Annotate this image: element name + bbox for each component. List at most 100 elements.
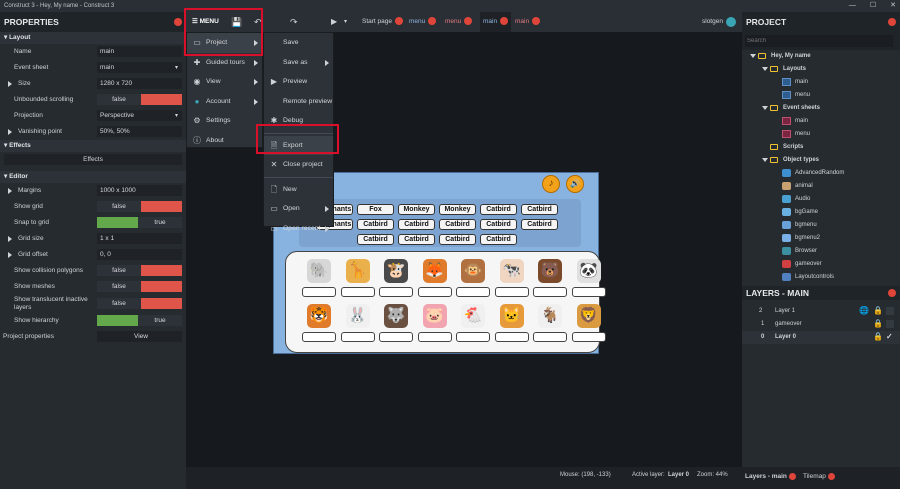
globe-icon[interactable]: 🌐 xyxy=(859,306,869,315)
answer-slot[interactable] xyxy=(379,332,413,342)
animal-icon[interactable]: 🦒 xyxy=(345,259,370,283)
word-tile[interactable]: Monkey xyxy=(439,204,476,215)
close-tab-icon[interactable] xyxy=(788,473,796,480)
tree-event-item[interactable]: menu xyxy=(742,128,900,141)
expand-icon[interactable] xyxy=(762,158,768,162)
layout-section-header[interactable]: ▾ Layout xyxy=(0,32,186,44)
expand-icon[interactable] xyxy=(8,188,12,194)
word-tile[interactable]: Catbird xyxy=(398,234,435,245)
answer-slot[interactable] xyxy=(302,332,336,342)
animal-icon[interactable]: 🦊 xyxy=(422,259,447,283)
layer-row[interactable]: 2 Layer 1 🌐 🔒 xyxy=(742,305,900,318)
maximize-button[interactable]: ☐ xyxy=(870,0,876,12)
menu-item-open-recent[interactable]: ▭ Open recent xyxy=(264,219,333,239)
tab-main-layout[interactable]: main xyxy=(480,12,512,32)
tree-layout-item[interactable]: main xyxy=(742,76,900,89)
tree-object-item[interactable]: bgmenu xyxy=(742,219,900,232)
panel-close-icon[interactable] xyxy=(174,18,182,26)
close-tab-icon[interactable] xyxy=(428,17,437,26)
animal-icon[interactable]: 🐔 xyxy=(461,304,485,328)
animal-icon[interactable]: 🐰 xyxy=(345,304,370,328)
minimize-button[interactable]: — xyxy=(849,0,856,12)
expand-icon[interactable] xyxy=(750,54,756,58)
animal-icon[interactable]: 🐐 xyxy=(538,304,562,328)
answer-slot[interactable] xyxy=(494,287,529,297)
visibility-checkbox[interactable] xyxy=(886,320,894,328)
menu-item-remote-preview[interactable]: Remote preview xyxy=(264,92,333,112)
tab-tilemap[interactable]: Tilemap xyxy=(803,473,835,480)
margins-field[interactable]: 1000 x 1000 xyxy=(97,185,182,196)
word-tile[interactable]: Catbird xyxy=(398,219,435,230)
answer-slot[interactable] xyxy=(456,287,490,297)
word-tile[interactable]: Catbird xyxy=(439,234,476,245)
expand-icon[interactable] xyxy=(762,106,768,110)
tree-object-item[interactable]: AdvancedRandom xyxy=(742,167,900,180)
answer-slot[interactable] xyxy=(571,332,606,342)
animal-icon[interactable]: 🐼 xyxy=(576,259,601,283)
close-tab-icon[interactable] xyxy=(532,17,541,26)
hierarchy-toggle[interactable]: true xyxy=(97,315,182,326)
project-properties-button[interactable]: View xyxy=(97,331,182,342)
close-tab-icon[interactable] xyxy=(827,473,835,480)
layer-row-active[interactable]: 0 Layer 0 🔒 ✓ xyxy=(742,331,900,344)
tree-object-item[interactable]: Browser xyxy=(742,245,900,258)
word-tile[interactable]: Catbird xyxy=(480,204,517,215)
animal-icon[interactable]: 🐱 xyxy=(499,304,524,328)
tree-folder-eventsheets[interactable]: Event sheets xyxy=(742,102,900,115)
answer-slot[interactable] xyxy=(571,287,606,297)
animal-icon[interactable]: 🐻 xyxy=(538,259,562,283)
tree-event-item[interactable]: main xyxy=(742,115,900,128)
answer-slot[interactable] xyxy=(302,287,336,297)
tree-object-item[interactable]: gameover xyxy=(742,258,900,271)
play-icon[interactable]: ▶ xyxy=(331,12,337,32)
close-window-button[interactable]: ✕ xyxy=(890,0,896,12)
answer-slot[interactable] xyxy=(340,332,375,342)
animal-icon[interactable]: 🐺 xyxy=(384,304,408,328)
answer-slot[interactable] xyxy=(340,287,375,297)
expand-icon[interactable] xyxy=(8,81,12,87)
snap-toggle[interactable]: true xyxy=(97,217,182,228)
word-tile[interactable]: Catbird xyxy=(521,219,558,230)
tree-layout-item[interactable]: menu xyxy=(742,89,900,102)
animal-icon[interactable]: 🐮 xyxy=(384,259,408,283)
expand-icon[interactable] xyxy=(8,252,12,258)
tree-folder-layouts[interactable]: Layouts xyxy=(742,63,900,76)
word-tile[interactable]: Catbird xyxy=(357,234,394,245)
check-icon[interactable]: ✓ xyxy=(886,332,893,341)
menu-item-preview[interactable]: ▶ Preview xyxy=(264,72,333,92)
visibility-checkbox[interactable] xyxy=(886,307,894,315)
word-tile[interactable]: Fox xyxy=(357,204,394,215)
menu-item-close-project[interactable]: ✕ Close project xyxy=(264,155,333,175)
lock-icon[interactable]: 🔒 xyxy=(873,319,883,328)
word-tile[interactable]: Catbird xyxy=(480,234,517,245)
answer-slot[interactable] xyxy=(379,287,413,297)
menu-item-view[interactable]: ◉ View xyxy=(187,72,262,92)
animal-icon[interactable]: 🐯 xyxy=(307,304,331,328)
tree-folder-scripts[interactable]: Scripts xyxy=(742,141,900,154)
name-field[interactable]: main xyxy=(97,46,182,57)
animal-icon[interactable]: 🦁 xyxy=(576,304,601,328)
unbounded-toggle[interactable]: false xyxy=(97,94,182,105)
menu-item-open[interactable]: ▭ Open xyxy=(264,199,333,219)
animal-icon[interactable]: 🐵 xyxy=(461,259,485,283)
menu-item-account[interactable]: ● Account xyxy=(187,92,262,112)
menu-item-save-as[interactable]: Save as xyxy=(264,53,333,73)
tree-object-item[interactable]: animal xyxy=(742,180,900,193)
eventsheet-select[interactable]: main xyxy=(97,62,182,73)
word-tile[interactable]: Catbird xyxy=(357,219,394,230)
answer-slot[interactable] xyxy=(494,332,529,342)
vanishing-field[interactable]: 50%, 50% xyxy=(97,126,182,137)
gridsize-field[interactable]: 1 x 1 xyxy=(97,233,182,244)
avatar[interactable] xyxy=(726,17,736,27)
menu-item-settings[interactable]: ⚙ Settings xyxy=(187,111,262,131)
effects-button[interactable]: Effects xyxy=(4,154,182,165)
close-tab-icon[interactable] xyxy=(464,17,473,26)
tree-folder-objecttypes[interactable]: Object types xyxy=(742,154,900,167)
tree-root[interactable]: Hey, My name xyxy=(742,50,900,63)
animal-icon[interactable]: 🐷 xyxy=(422,304,447,328)
answer-slot[interactable] xyxy=(417,332,452,342)
size-field[interactable]: 1280 x 720 xyxy=(97,78,182,89)
tab-main-events[interactable]: main xyxy=(515,12,541,32)
word-tile[interactable]: Catbird xyxy=(521,204,558,215)
lock-icon[interactable]: 🔒 xyxy=(873,306,883,315)
